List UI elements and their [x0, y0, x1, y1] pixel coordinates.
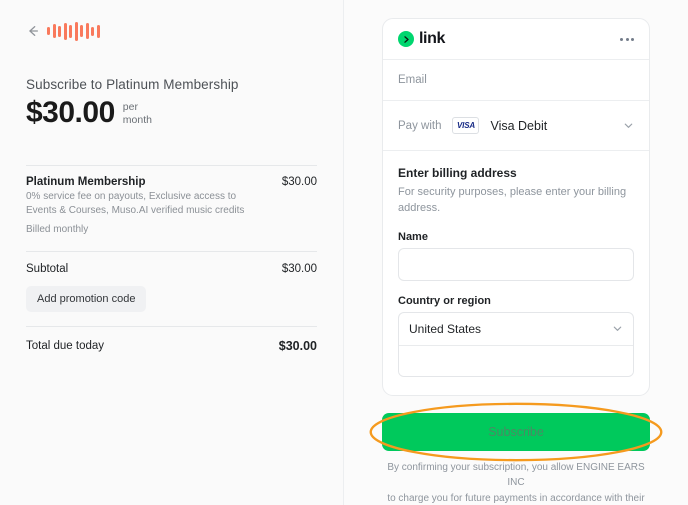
legal-line-2: to charge you for future payments in acc… [386, 491, 646, 505]
billing-address-section: Enter billing address For security purpo… [383, 151, 649, 395]
line-items: Platinum Membership 0% service fee on pa… [26, 165, 317, 235]
back-arrow-icon[interactable] [26, 24, 40, 38]
engine-ears-waveform-logo[interactable] [47, 20, 100, 42]
waveform-bar-8 [91, 27, 94, 36]
link-brand-name: link [419, 30, 445, 48]
chevron-down-icon[interactable] [623, 120, 634, 131]
visa-card-icon: VISA [452, 117, 479, 134]
chevron-down-icon[interactable] [612, 323, 623, 334]
waveform-bar-0 [47, 27, 50, 35]
waveform-bar-4 [69, 25, 72, 38]
total-label: Total due today [26, 340, 104, 352]
waveform-bar-7 [86, 23, 89, 39]
payment-panel: link Email Pay with VISA Visa Debit Ente… [344, 0, 688, 505]
subtotal-row: Subtotal $30.00 [26, 252, 317, 275]
subtotal-value: $30.00 [282, 263, 317, 275]
price-period: per month [123, 97, 152, 127]
country-select[interactable]: United States [399, 313, 633, 346]
visa-badge-text: VISA [457, 121, 475, 130]
total-row: Total due today $30.00 [26, 327, 317, 353]
waveform-bar-5 [75, 22, 78, 41]
price-amount: $30.00 [26, 97, 115, 129]
price-display: $30.00 per month [26, 97, 317, 129]
email-placeholder-label: Email [398, 74, 427, 86]
name-field-label: Name [398, 231, 634, 243]
selected-payment-method: Visa Debit [490, 119, 612, 133]
price-period-line1: per [123, 101, 152, 114]
line-item-price: $30.00 [282, 176, 317, 188]
waveform-bar-3 [64, 23, 67, 40]
price-period-line2: month [123, 114, 152, 127]
subscribe-area: Subscribe [382, 413, 650, 451]
country-region-combo: United States [398, 312, 634, 377]
line-item-description: 0% service fee on payouts, Exclusive acc… [26, 190, 266, 219]
total-value: $30.00 [279, 339, 317, 353]
line-item-name: Platinum Membership [26, 176, 266, 188]
legal-disclaimer: By confirming your subscription, you all… [386, 460, 646, 505]
link-logo: link [398, 30, 445, 48]
pay-with-label: Pay with [398, 120, 441, 132]
waveform-bar-2 [58, 26, 61, 37]
link-arrow-icon [398, 31, 414, 47]
overflow-menu-icon[interactable] [620, 38, 634, 41]
brand-header [26, 18, 317, 44]
name-field[interactable] [398, 248, 634, 281]
link-card-header: link [383, 19, 649, 60]
line-item-billing-period: Billed monthly [26, 224, 266, 235]
checkout-page: Subscribe to Platinum Membership $30.00 … [0, 0, 688, 505]
waveform-bar-1 [53, 24, 56, 38]
legal-line-1: By confirming your subscription, you all… [386, 460, 646, 491]
billing-address-subtitle: For security purposes, please enter your… [398, 185, 634, 217]
order-summary-panel: Subscribe to Platinum Membership $30.00 … [0, 0, 344, 505]
country-field-label: Country or region [398, 295, 634, 307]
billing-address-heading: Enter billing address [398, 166, 634, 180]
line-item: Platinum Membership 0% service fee on pa… [26, 166, 317, 235]
page-title: Subscribe to Platinum Membership [26, 77, 317, 92]
email-row[interactable]: Email [383, 60, 649, 101]
waveform-bar-9 [97, 25, 100, 38]
subtotal-label: Subtotal [26, 263, 68, 275]
link-payment-card: link Email Pay with VISA Visa Debit Ente… [382, 18, 650, 396]
waveform-bar-6 [80, 25, 83, 37]
subscribe-button[interactable]: Subscribe [382, 413, 650, 451]
totals-block: Subtotal $30.00 Add promotion code Total… [26, 251, 317, 353]
address-line-field[interactable] [399, 346, 633, 376]
add-promotion-code-button[interactable]: Add promotion code [26, 286, 146, 312]
country-selected-value: United States [409, 322, 481, 336]
pay-with-row[interactable]: Pay with VISA Visa Debit [383, 101, 649, 151]
